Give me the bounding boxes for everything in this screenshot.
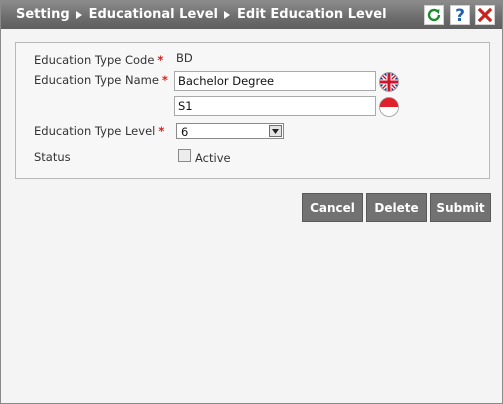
active-checkbox-label[interactable]: Active [195,151,231,165]
breadcrumb: Setting Educational Level Edit Education… [16,7,387,22]
close-button[interactable] [475,5,495,25]
required-mark: * [161,73,168,87]
form-panel: Education Type Code * BD Education Type N… [15,42,490,179]
uk-flag-icon[interactable] [379,72,399,92]
close-icon [477,7,493,23]
education-type-name-label-text: Education Type Name [34,73,159,87]
delete-button[interactable]: Delete [366,193,427,222]
required-mark: * [158,124,165,138]
breadcrumb-separator-icon [75,10,82,19]
education-type-name-label: Education Type Name * [34,73,168,87]
breadcrumb-setting[interactable]: Setting [16,7,70,22]
submit-button[interactable]: Submit [430,193,491,222]
education-type-code-label: Education Type Code * [34,53,163,67]
help-button[interactable]: ? [450,5,470,25]
breadcrumb-educational-level[interactable]: Educational Level [89,7,218,22]
education-type-code-value: BD [176,51,193,65]
breadcrumb-edit-education-level: Edit Education Level [237,7,387,22]
svg-text:?: ? [455,6,465,24]
title-bar: Setting Educational Level Edit Education… [1,1,502,29]
required-mark: * [157,53,164,67]
refresh-icon [427,8,441,22]
education-type-level-select[interactable]: 6 [176,123,284,139]
cancel-button[interactable]: Cancel [302,193,363,222]
help-icon: ? [455,6,465,24]
education-type-name-en-input[interactable] [174,71,376,91]
chevron-down-icon[interactable] [269,125,282,137]
education-type-level-label-text: Education Type Level [34,124,156,138]
edit-education-level-window: Setting Educational Level Edit Education… [0,0,503,404]
status-label: Status [34,150,71,164]
breadcrumb-separator-icon [224,10,231,19]
education-type-code-label-text: Education Type Code [34,53,155,67]
indonesia-flag-icon[interactable] [379,97,399,117]
education-type-level-label: Education Type Level * [34,124,164,138]
active-checkbox[interactable] [178,149,191,162]
refresh-button[interactable] [424,5,444,25]
education-type-name-id-input[interactable] [174,96,376,116]
education-type-level-value: 6 [181,125,189,139]
